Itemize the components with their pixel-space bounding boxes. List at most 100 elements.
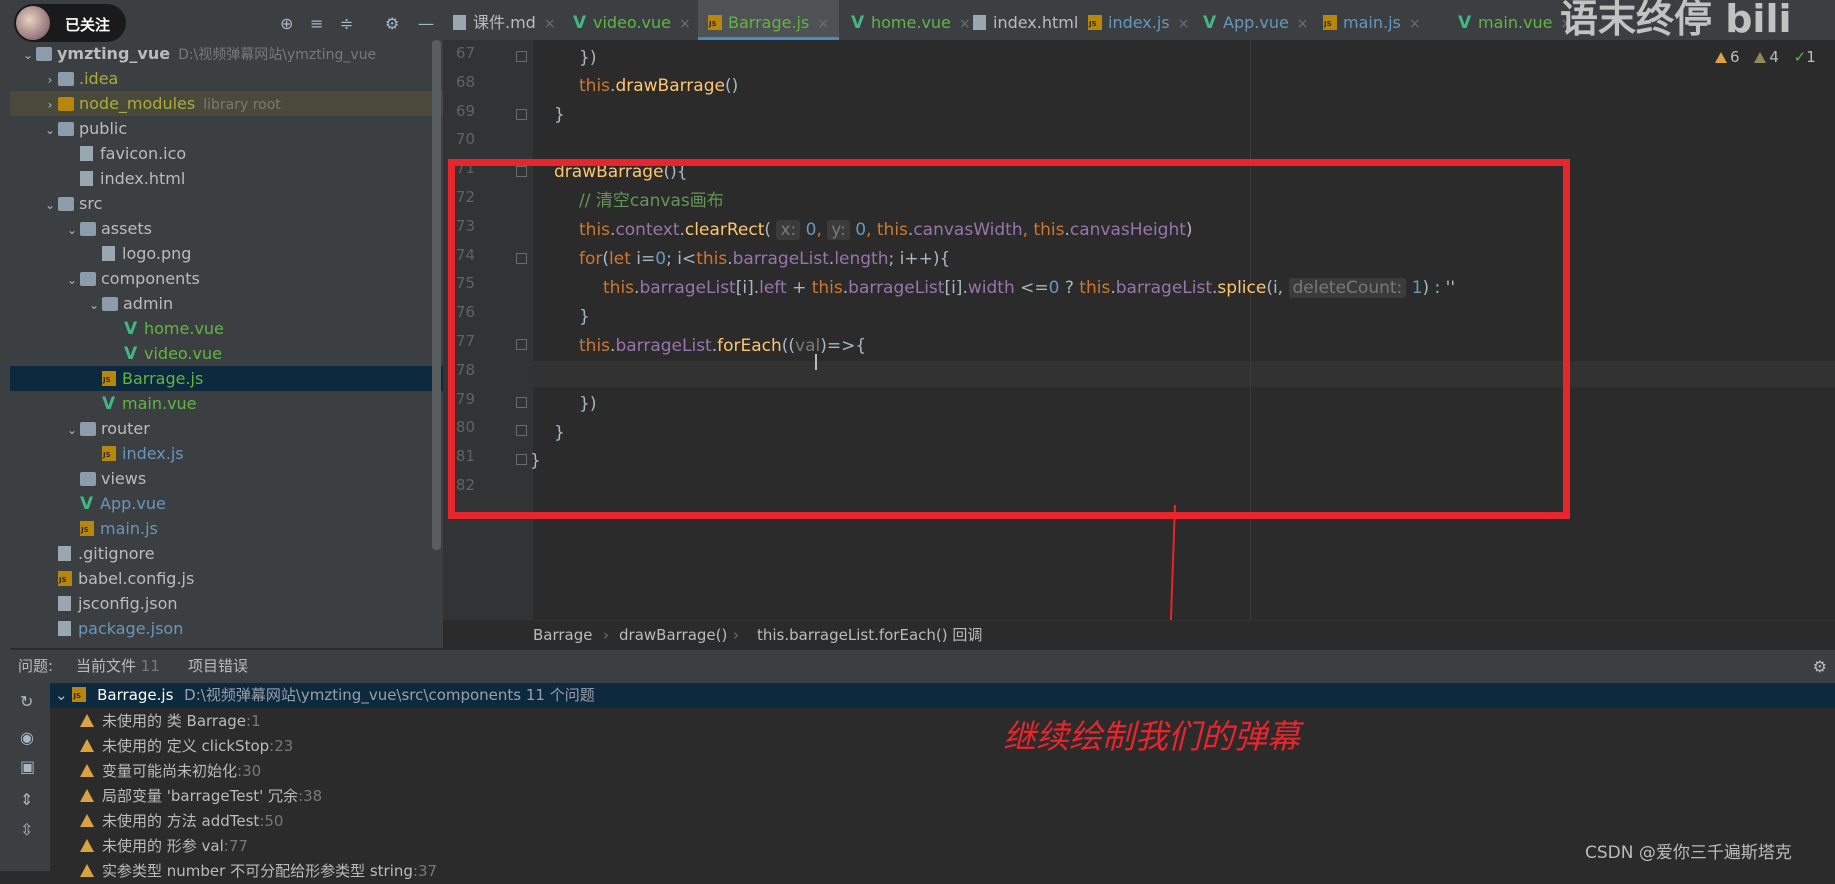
tab-current-file[interactable]: 当前文件 11	[76, 650, 160, 683]
breadcrumb: Barrage › drawBarrage() › this.barrageLi…	[533, 620, 1835, 650]
warning-icon	[80, 814, 94, 827]
tree-item[interactable]: › node_modules library root	[10, 91, 443, 116]
preview-icon[interactable]: ▣	[20, 757, 35, 776]
tab-3[interactable]: Vhome.vue ×	[841, 0, 981, 40]
tree-item-label: views	[101, 469, 147, 488]
tree-item[interactable]: ⌄ router	[10, 416, 443, 441]
problem-item[interactable]: 局部变量 'barrageTest' 冗余:38	[80, 784, 322, 809]
tree-item[interactable]: Vhome.vue	[10, 316, 443, 341]
close-icon[interactable]: ×	[1178, 16, 1190, 32]
problems-file-row[interactable]: ⌄ Barrage.js D:\视频弹幕网站\ymzting_vue\src\c…	[50, 683, 1835, 708]
problems-title: 问题:	[18, 657, 54, 675]
tab-0[interactable]: 课件.md ×	[443, 0, 566, 40]
problem-item[interactable]: 未使用的 定义 clickStop:23	[80, 734, 293, 759]
expand-icon[interactable]: ⇕	[20, 790, 33, 809]
tree-item-label: favicon.ico	[100, 144, 187, 163]
tree-item[interactable]: ⌄ components	[10, 266, 443, 291]
tree-item[interactable]: babel.config.js	[10, 566, 443, 591]
js-file-icon	[1088, 15, 1102, 30]
breadcrumb-class[interactable]: Barrage	[533, 621, 593, 650]
tree-item[interactable]: Vmain.vue	[10, 391, 443, 416]
tab-7[interactable]: main.js ×	[1313, 0, 1431, 40]
chevron-down-icon[interactable]: ⌄	[64, 268, 80, 293]
refresh-icon[interactable]: ↻	[20, 692, 33, 711]
tree-item[interactable]: index.html	[10, 166, 443, 191]
line-number: 70	[455, 130, 475, 149]
settings-gear-icon[interactable]: ⚙	[1813, 650, 1827, 683]
chevron-down-icon[interactable]: ⌄	[86, 293, 102, 318]
close-icon[interactable]: ×	[679, 16, 691, 32]
settings-gear-icon[interactable]: ⚙	[385, 14, 399, 33]
ok-count: 1	[1806, 48, 1816, 66]
fold-marker-icon[interactable]	[516, 51, 527, 62]
chevron-down-icon[interactable]: ⌄	[20, 43, 36, 68]
tab-2[interactable]: Barrage.js ×	[698, 0, 840, 40]
problem-item[interactable]: 未使用的 类 Barrage:1	[80, 709, 261, 734]
tree-item[interactable]: ⌄ assets	[10, 216, 443, 241]
problem-item[interactable]: 未使用的 形参 val:77	[80, 834, 248, 859]
tab-6[interactable]: V App.vue ×	[1193, 0, 1319, 40]
problem-item[interactable]: 未使用的 方法 addTest:50	[80, 809, 283, 834]
close-icon[interactable]: ×	[817, 16, 829, 32]
chevron-down-icon[interactable]: ⌄	[42, 118, 58, 143]
tree-item[interactable]: ⌄ admin	[10, 291, 443, 316]
locate-icon[interactable]: ⊕	[280, 14, 293, 33]
tree-item[interactable]: ⌄ ymzting_vue D:\视频弹幕网站\ymzting_vue	[10, 41, 443, 66]
tree-item[interactable]: › .idea	[10, 66, 443, 91]
breadcrumb-callback[interactable]: this.barrageList.forEach() 回调	[757, 621, 982, 650]
chevron-right-icon[interactable]: ›	[42, 93, 58, 118]
line-number: 67	[455, 44, 475, 62]
hide-panel-icon[interactable]: —	[418, 14, 434, 33]
weak-warning-count: 4	[1769, 48, 1779, 66]
fold-marker-icon[interactable]	[516, 108, 527, 120]
vue-file-icon: V	[124, 344, 138, 364]
close-icon[interactable]: ×	[544, 16, 556, 32]
tree-item[interactable]: V App.vue	[10, 491, 443, 516]
tree-item[interactable]: package.json	[10, 616, 443, 641]
tree-item[interactable]: ⌄ src	[10, 191, 443, 216]
tree-item-label: package.json	[78, 619, 184, 638]
problem-item[interactable]: 实参类型 number 不可分配给形参类型 string:37	[80, 859, 437, 884]
code-line-69: }	[554, 105, 565, 125]
tree-item-label: home.vue	[144, 319, 224, 338]
chevron-down-icon[interactable]: ⌄	[64, 418, 80, 443]
tree-item-label: components	[101, 269, 200, 288]
chevron-down-icon[interactable]: ⌄	[64, 218, 80, 243]
tree-item-label: assets	[101, 219, 152, 238]
collapse-icon[interactable]: ⇳	[20, 820, 33, 839]
eye-icon[interactable]: ◉	[20, 728, 34, 747]
tree-item[interactable]: logo.png	[10, 241, 443, 266]
tree-item[interactable]: ⌄ public	[10, 116, 443, 141]
close-icon[interactable]: ×	[1409, 16, 1421, 32]
tree-item-label: admin	[123, 294, 174, 313]
tab-5[interactable]: index.js ×	[1078, 0, 1199, 40]
tree-item[interactable]: .gitignore	[10, 541, 443, 566]
project-tree-scrollbar[interactable]	[432, 40, 441, 550]
tree-item[interactable]: views	[10, 466, 443, 491]
problem-text: 未使用的 形参 val	[102, 837, 224, 855]
tree-item[interactable]: Barrage.js	[10, 366, 443, 391]
line-number: 69	[455, 101, 475, 120]
csdn-watermark: CSDN @爱你三千遍斯塔克	[1585, 843, 1792, 863]
tree-item-label: main.vue	[122, 394, 197, 413]
tree-item[interactable]: index.js	[10, 441, 443, 466]
tab-label: index.html	[993, 13, 1079, 32]
breadcrumb-method[interactable]: drawBarrage()	[619, 621, 727, 650]
tab-1[interactable]: Vvideo.vue ×	[563, 0, 701, 40]
tree-item[interactable]: main.js	[10, 516, 443, 541]
expand-all-icon[interactable]: ≡	[310, 14, 323, 33]
tree-item[interactable]: jsconfig.json	[10, 591, 443, 616]
tab-project-errors[interactable]: 项目错误	[188, 650, 248, 683]
inspection-widget[interactable]: 6 4 ✓1	[1715, 48, 1816, 66]
problem-line: :77	[223, 837, 248, 855]
project-tree: ⌄ ymzting_vue D:\视频弹幕网站\ymzting_vue › .idea ›…	[10, 0, 443, 648]
tree-item[interactable]: favicon.ico	[10, 141, 443, 166]
folder-icon	[58, 72, 74, 86]
chevron-right-icon[interactable]: ›	[42, 68, 58, 93]
collapse-all-icon[interactable]: ≑	[340, 14, 353, 33]
close-icon[interactable]: ×	[1297, 16, 1309, 32]
problem-item[interactable]: 变量可能尚未初始化:30	[80, 759, 261, 784]
tree-item[interactable]: Vvideo.vue	[10, 341, 443, 366]
chevron-down-icon[interactable]: ⌄	[42, 193, 58, 218]
tab-label: Barrage.js	[728, 13, 810, 32]
